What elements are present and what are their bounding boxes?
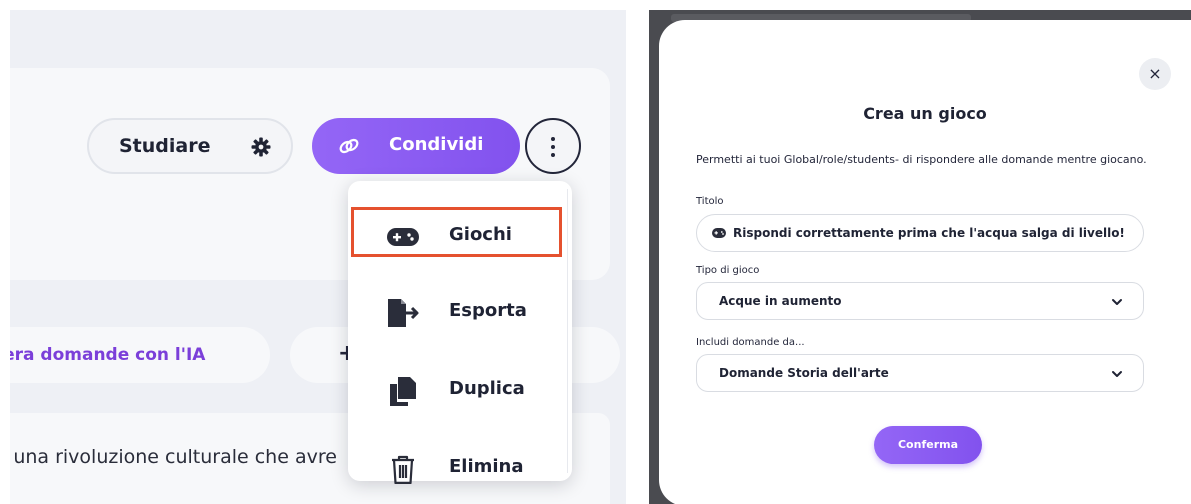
- condividi-button[interactable]: Condividi: [312, 118, 520, 174]
- modal-title: Crea un gioco: [863, 104, 987, 123]
- menu-item-duplica[interactable]: Duplica: [348, 360, 562, 420]
- modal-overlay: × Crea un gioco Permetti ai tuoi Global/…: [649, 10, 1191, 504]
- gear-icon: [251, 137, 271, 157]
- menu-item-label: Giochi: [449, 224, 512, 245]
- export-file-icon: [388, 299, 419, 327]
- studiare-button[interactable]: Studiare: [87, 118, 293, 174]
- menu-item-label: Duplica: [449, 378, 525, 399]
- menu-item-esporta[interactable]: Esporta: [348, 282, 562, 342]
- tipo-di-gioco-value: Acque in aumento: [719, 294, 842, 308]
- question-text: i una rivoluzione culturale che avre: [10, 446, 337, 468]
- close-button[interactable]: ×: [1139, 58, 1171, 90]
- gamepad-icon: [387, 228, 419, 246]
- more-icon-dot: [551, 145, 555, 149]
- conferma-button[interactable]: Conferma: [874, 426, 982, 464]
- tipo-di-gioco-label: Tipo di gioco: [696, 265, 760, 276]
- more-icon-dot: [551, 153, 555, 157]
- titolo-value: Rispondi correttamente prima che l'acqua…: [733, 226, 1125, 240]
- menu-item-giochi[interactable]: Giochi: [348, 206, 562, 266]
- close-icon: ×: [1148, 64, 1162, 83]
- gamepad-icon: [712, 228, 726, 238]
- generate-ai-questions-button[interactable]: nera domande con l'IA: [10, 327, 270, 383]
- modal-description: Permetti ai tuoi Global/role/students- d…: [696, 153, 1147, 166]
- chevron-down-icon: [1112, 371, 1122, 377]
- more-icon: [551, 137, 555, 141]
- conferma-label: Conferma: [897, 438, 959, 451]
- link-icon: [339, 138, 359, 154]
- condividi-label: Condividi: [389, 134, 484, 155]
- more-options-button[interactable]: [525, 118, 581, 174]
- menu-item-label: Elimina: [449, 456, 524, 477]
- left-panel: Studiare Condividi nera domande con l'IA…: [10, 10, 626, 504]
- tipo-di-gioco-select[interactable]: Acque in aumento: [696, 282, 1144, 320]
- menu-scrollbar[interactable]: [567, 189, 572, 473]
- titolo-field[interactable]: Rispondi correttamente prima che l'acqua…: [696, 214, 1144, 252]
- menu-item-elimina[interactable]: Elimina: [348, 438, 562, 498]
- includi-domande-label: Includi domande da...: [696, 337, 805, 348]
- trash-icon: [392, 455, 414, 484]
- includi-domande-value: Domande Storia dell'arte: [719, 366, 889, 380]
- create-game-modal: × Crea un gioco Permetti ai tuoi Global/…: [659, 20, 1191, 504]
- includi-domande-select[interactable]: Domande Storia dell'arte: [696, 354, 1144, 392]
- more-options-menu: Giochi Esporta Duplica Elimina: [348, 181, 572, 484]
- titolo-label: Titolo: [696, 196, 724, 207]
- generate-ai-label: nera domande con l'IA: [10, 345, 206, 365]
- studiare-label: Studiare: [119, 135, 211, 157]
- duplicate-icon: [390, 377, 416, 406]
- chevron-down-icon: [1112, 299, 1122, 305]
- menu-item-label: Esporta: [449, 300, 527, 321]
